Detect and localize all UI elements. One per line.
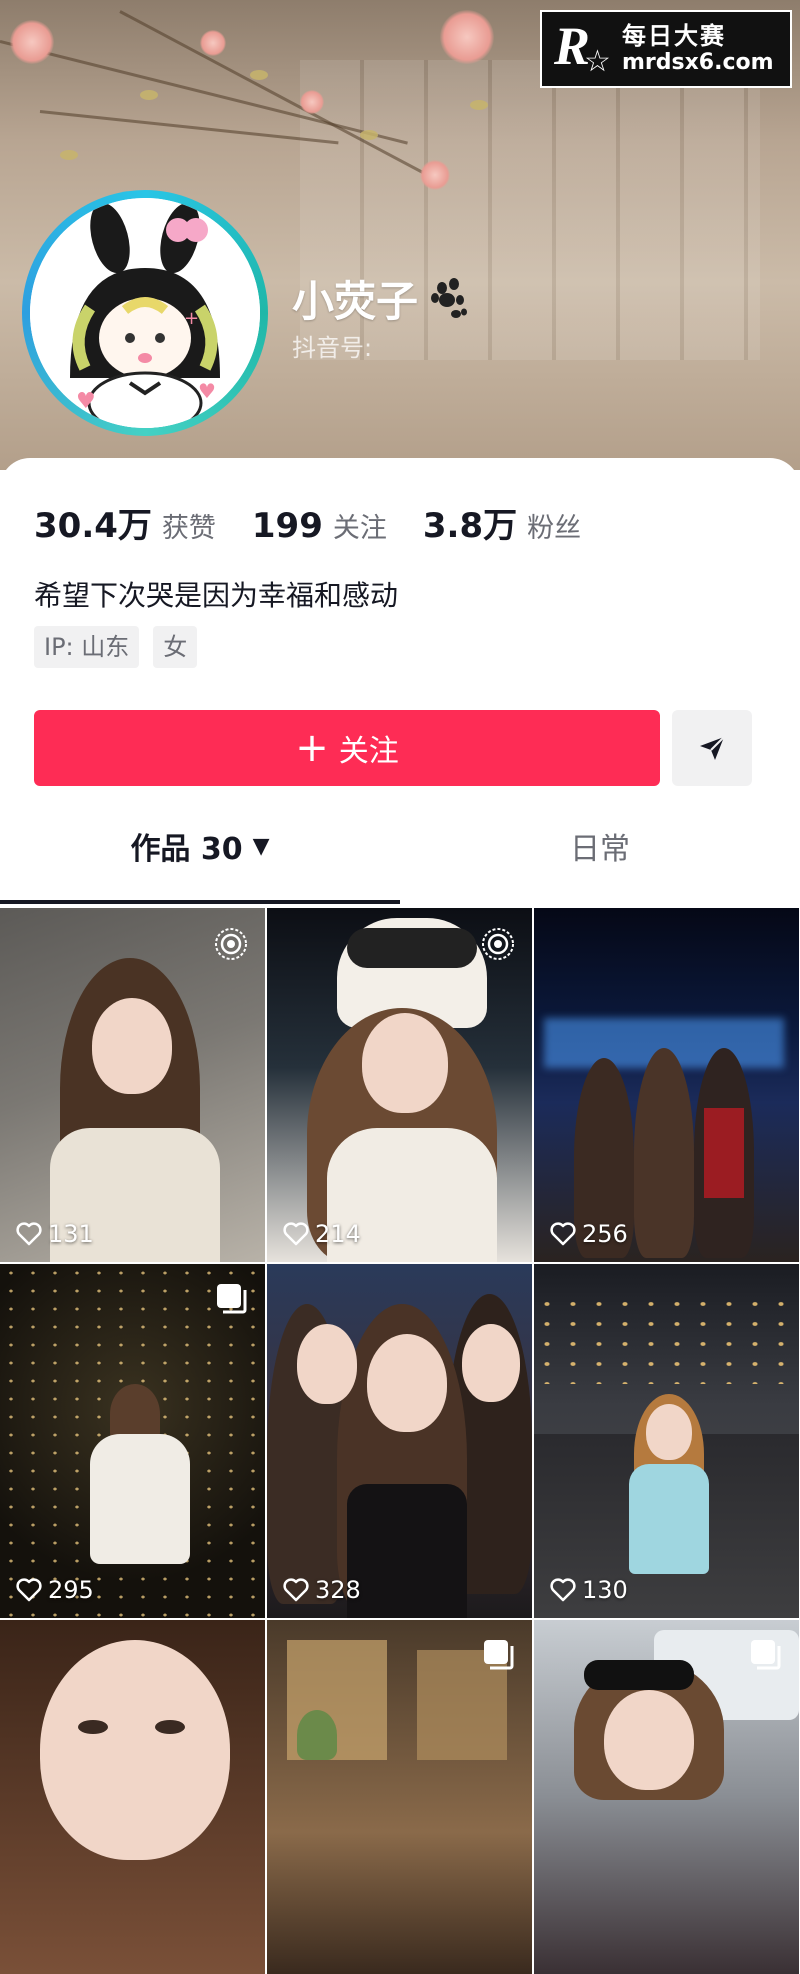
video-thumbnail[interactable]: 131 (0, 908, 265, 1262)
video-thumbnail[interactable] (267, 1620, 532, 1974)
thumbnail-face (297, 1324, 357, 1404)
profile-bio: 希望下次哭是因为幸福和感动 (34, 579, 399, 612)
blossom (10, 20, 54, 64)
thumbnail-clothing (347, 1484, 467, 1618)
watermark-logo-icon: R ☆ (554, 16, 611, 79)
multi-image-icon (482, 1638, 516, 1676)
multi-image-icon (749, 1638, 783, 1676)
multi-image-icon (215, 1282, 249, 1320)
plus-icon: + (295, 725, 329, 771)
blossom (440, 10, 494, 64)
watermark: R ☆ 每日大赛 mrdsx6.com (540, 10, 792, 88)
followers-label[interactable]: 粉丝 (527, 506, 581, 545)
following-label[interactable]: 关注 (333, 506, 387, 545)
blossom (300, 90, 324, 114)
profile-tags: IP: 山东 女 (34, 626, 211, 668)
thumbnail-face (40, 1640, 230, 1860)
svg-text:♥: ♥ (76, 389, 96, 414)
ip-location-tag: IP: 山东 (34, 626, 140, 668)
video-thumbnail[interactable]: 295 (0, 1264, 265, 1618)
tab-works-label: 作品 30 (130, 832, 243, 867)
blossom (420, 160, 450, 190)
content-tabs: 作品 30 ▼ 日常 (0, 788, 800, 904)
thumbnail-plant (297, 1710, 337, 1760)
douyin-id[interactable]: 抖音号: (292, 328, 372, 363)
thumbnail-face (362, 1013, 448, 1113)
leaf (140, 90, 158, 100)
leaf (360, 130, 378, 140)
leaf (470, 100, 488, 110)
tab-daily[interactable]: 日常 (400, 788, 800, 904)
thumbnail-face (367, 1334, 447, 1432)
video-thumbnail[interactable]: 214 (267, 908, 532, 1262)
heart-icon (283, 1222, 309, 1246)
video-thumbnail[interactable] (534, 1620, 799, 1974)
thumbnail-face (462, 1324, 520, 1402)
heart-icon (550, 1222, 576, 1246)
avatar[interactable]: ♥ ♥ + (22, 190, 268, 436)
like-count: 328 (283, 1576, 361, 1604)
live-icon (480, 926, 516, 966)
video-thumbnail[interactable] (0, 1620, 265, 1974)
heart-icon (283, 1578, 309, 1602)
thumbnail-figure (634, 1048, 694, 1258)
profile-stats: 30.4万 获赞 199 关注 3.8万 粉丝 (34, 498, 617, 547)
follow-button[interactable]: + 关注 (34, 710, 660, 786)
avatar-image: ♥ ♥ + (30, 198, 260, 428)
like-count: 214 (283, 1220, 361, 1248)
thumbnail-lights (534, 1294, 799, 1384)
thumbnail-face (604, 1690, 694, 1790)
active-tab-indicator (0, 900, 400, 904)
send-icon (700, 736, 725, 760)
like-count: 295 (16, 1576, 94, 1604)
live-icon (213, 926, 249, 966)
tab-works[interactable]: 作品 30 ▼ (0, 788, 400, 904)
followers-count[interactable]: 3.8万 (423, 498, 517, 547)
thumbnail-eye (78, 1720, 108, 1734)
like-count: 130 (550, 1576, 628, 1604)
heart-icon (16, 1222, 42, 1246)
profile-name: 小荧子 (292, 277, 419, 326)
leaf (60, 150, 78, 160)
tab-daily-label: 日常 (570, 832, 630, 867)
watermark-title: 每日大赛 (622, 22, 726, 50)
leaf (250, 70, 268, 80)
thumbnail-clothing (704, 1108, 744, 1198)
thumbnail-eye (155, 1720, 185, 1734)
profile-header-background: R ☆ 每日大赛 mrdsx6.com ♥ ♥ + 小荧子 抖音号: (0, 0, 800, 470)
thumbnail-sunglasses (584, 1660, 694, 1690)
thumbnail-goggles (347, 928, 477, 968)
video-thumbnail[interactable]: 256 (534, 908, 799, 1262)
watermark-url: mrdsx6.com (622, 50, 774, 75)
thumbnail-face (646, 1404, 692, 1460)
send-message-button[interactable] (672, 710, 752, 786)
following-count[interactable]: 199 (252, 506, 323, 546)
video-thumbnail[interactable]: 130 (534, 1264, 799, 1618)
heart-icon (16, 1578, 42, 1602)
svg-text:♥: ♥ (198, 379, 216, 403)
gender-tag: 女 (153, 626, 198, 668)
follow-button-label: 关注 (338, 734, 399, 769)
video-thumbnail[interactable]: 328 (267, 1264, 532, 1618)
heart-icon (550, 1578, 576, 1602)
likes-count[interactable]: 30.4万 (34, 498, 152, 547)
like-count: 256 (550, 1220, 628, 1248)
like-count: 131 (16, 1220, 94, 1248)
thumbnail-face (92, 998, 172, 1094)
svg-text:+: + (184, 308, 199, 329)
bunny-avatar-illustration: ♥ ♥ + (30, 198, 260, 428)
paw-icon (426, 274, 472, 324)
likes-label[interactable]: 获赞 (162, 506, 216, 545)
thumbnail-clothing (90, 1434, 190, 1564)
caret-down-icon: ▼ (252, 833, 270, 859)
blossom (200, 30, 226, 56)
thumbnail-clothing (629, 1464, 709, 1574)
